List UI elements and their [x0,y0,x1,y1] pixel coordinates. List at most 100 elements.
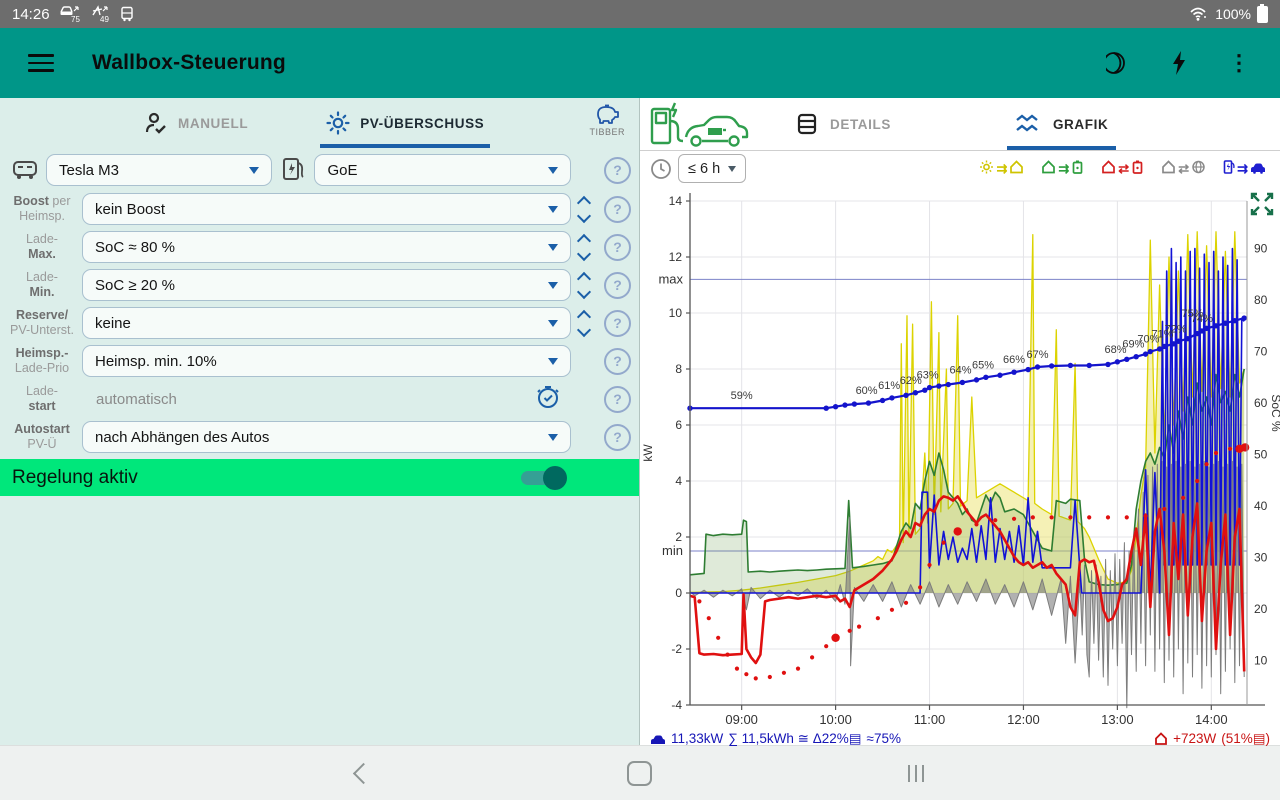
help-icon-devices[interactable]: ? [604,157,631,184]
chevron-up-icon[interactable] [577,233,591,247]
right-tab-bar: DETAILS GRAFIK [640,98,1280,151]
chevron-down-icon[interactable] [577,284,591,298]
field-row-autostart: AutostartPV-Ünach Abhängen des Autos? [0,418,639,456]
svg-text:20: 20 [1254,602,1268,616]
help-icon-lade-min[interactable]: ? [604,272,631,299]
left-pane-empty-area [0,496,639,745]
tab-grafik[interactable]: GRAFIK [1007,98,1116,150]
svg-text:50: 50 [1254,448,1268,462]
dropdown-caret-icon [548,282,558,289]
lade-min-value: SoC ≥ 20 % [95,277,175,294]
toggle-thumb [543,466,567,490]
nav-back-button[interactable] [353,762,374,783]
chevron-up-icon[interactable] [577,195,591,209]
heimsp-prio-value: Heimsp. min. 10% [95,353,217,370]
autostart-dropdown[interactable]: nach Abhängen des Autos [82,421,571,453]
wallbox-charger-icon [280,157,308,183]
legend-house-to-storage[interactable]: ⇉ [1041,160,1084,177]
help-icon-reserve[interactable]: ? [604,310,631,337]
navigation-icon: 49 [90,5,110,23]
lade-min-stepper[interactable] [571,271,597,300]
hamburger-menu-icon[interactable] [28,49,54,77]
car-icon [10,158,40,182]
tab-pv-label: PV-ÜBERSCHUSS [360,116,484,131]
car-power: 11,33kW [671,731,723,746]
svg-text:75: 75 [71,15,80,23]
chevron-up-icon[interactable] [577,271,591,285]
tab-pv-ueberschuss[interactable]: PV-ÜBERSCHUSS [320,98,490,148]
field-label-ladestart: Lade-start [2,384,82,414]
lade-max-stepper[interactable] [571,233,597,262]
car-charge-status: 11,33kW ∑ 11,5kWh ≅ Δ22%▤ ≈75% [650,731,901,747]
svg-text:65%: 65% [972,359,994,371]
dropdown-caret-icon [548,244,558,251]
svg-text:60: 60 [1254,396,1268,410]
house-battery-pct: (51%▤) [1221,731,1270,747]
arrow-icon: ⇉ [1237,161,1248,177]
help-icon-boost[interactable]: ? [604,196,631,223]
legend-pv-to-house[interactable]: ⇉ [979,160,1024,177]
dropdown-caret-icon [548,358,558,365]
vehicle-value: Tesla M3 [59,162,119,179]
lade-max-dropdown[interactable]: SoC ≈ 80 % [82,231,571,263]
wallbox-dropdown[interactable]: GoE [314,154,571,186]
chevron-down-icon[interactable] [577,246,591,260]
car-icon [650,733,666,745]
tibber-button[interactable]: TIBBER [589,102,625,137]
heimsp-prio-dropdown[interactable]: Heimsp. min. 10% [82,345,571,377]
help-icon-autostart[interactable]: ? [604,424,631,451]
clock-time: 14:26 [12,6,50,23]
boost-stepper[interactable] [571,195,597,224]
svg-text:72%: 72% [1165,323,1187,335]
svg-text:kW: kW [641,444,655,462]
svg-text:49: 49 [100,15,109,23]
svg-text:0: 0 [675,586,682,600]
svg-text:40: 40 [1254,499,1268,513]
flash-bolt-icon[interactable] [1170,50,1188,76]
app-bar: Wallbox-Steuerung ⋮ [0,28,1280,98]
legend-house-battery-exchange[interactable]: ⇄ [1101,160,1144,177]
regelung-toggle[interactable] [521,469,561,487]
fullscreen-icon[interactable] [1249,191,1275,217]
lade-min-dropdown[interactable]: SoC ≥ 20 % [82,269,571,301]
field-label-lade-min: Lade-Min. [2,270,82,300]
reserve-dropdown[interactable]: keine [82,307,571,339]
legend-wallbox-to-car[interactable]: ⇉ [1223,160,1266,177]
legend-house-grid-exchange[interactable]: ⇄ [1161,160,1206,177]
tab-manuell[interactable]: MANUELL [138,98,254,148]
globe-icon [1191,160,1206,177]
help-icon-heimsp-prio[interactable]: ? [604,348,631,375]
field-label-heimsp-prio: Heimsp.-Lade-Prio [2,346,82,376]
tab-details[interactable]: DETAILS [788,98,899,150]
night-mode-moon-icon[interactable] [1106,51,1130,75]
time-range-dropdown[interactable]: ≤ 6 h [678,154,746,183]
monitor-panel: DETAILS GRAFIK ≤ 6 h ⇉⇉⇄⇄⇉ maxmin5 [640,98,1280,745]
overflow-menu-icon[interactable]: ⋮ [1228,53,1250,73]
chevron-down-icon[interactable] [577,322,591,336]
svg-text:10: 10 [1254,654,1268,668]
house-icon [1101,160,1116,177]
svg-text:10: 10 [669,306,683,320]
svg-text:SoC %: SoC % [1269,394,1280,432]
svg-text:75%: 75% [1182,308,1204,320]
car-icon [1250,161,1266,177]
svg-text:max: max [658,271,683,286]
help-icon-ladestart[interactable]: ? [604,386,631,413]
svg-text:4: 4 [675,474,682,488]
android-nav-bar [0,745,1280,800]
vehicle-dropdown[interactable]: Tesla M3 [46,154,272,186]
boost-dropdown[interactable]: kein Boost [82,193,571,225]
chart-area: maxmin59%60%61%62%63%64%65%66%67%68%69%7… [640,186,1280,731]
chevron-down-icon[interactable] [577,208,591,222]
help-icon-lade-max[interactable]: ? [604,234,631,261]
svg-text:6: 6 [675,418,682,432]
reserve-stepper[interactable] [571,309,597,338]
pv-settings-form: Tesla M3 GoE ? Boost perHei [0,148,639,456]
chevron-up-icon[interactable] [577,309,591,323]
nav-recents-button[interactable] [908,765,925,782]
timer-auto-icon[interactable] [535,384,561,410]
svg-text:70: 70 [1254,345,1268,359]
nav-home-button[interactable] [627,761,652,786]
svg-text:min: min [662,543,683,558]
wallbox-value: GoE [327,162,357,179]
